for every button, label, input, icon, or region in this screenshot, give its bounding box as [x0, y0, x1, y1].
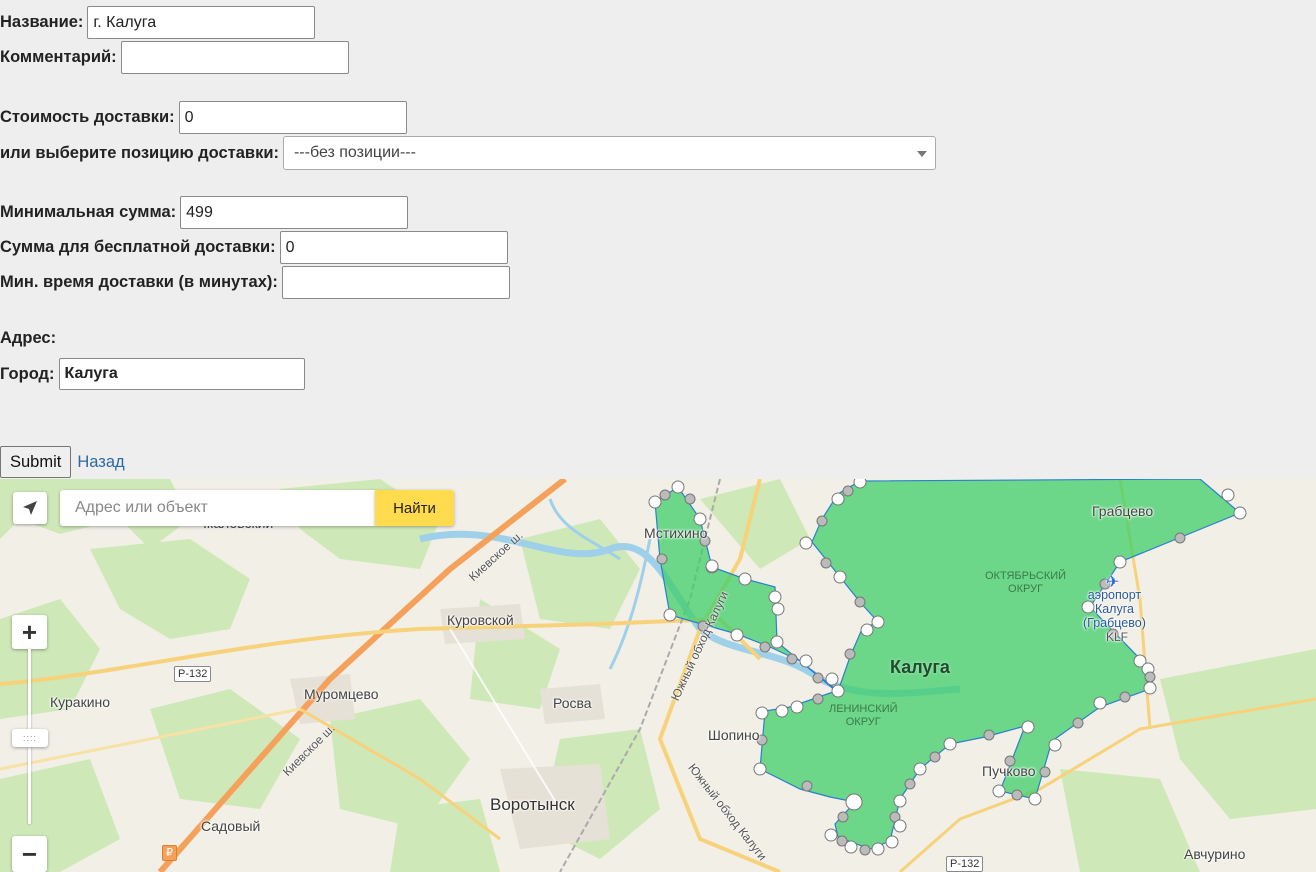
place-shopino: Шопино — [708, 727, 760, 743]
actions-row: Submit Назад — [0, 446, 125, 478]
place-avchurino: Авчурино — [1184, 846, 1246, 862]
location-arrow-icon — [23, 501, 37, 515]
district-leninsky: ЛЕНИНСКИЙ ОКРУГ — [829, 703, 898, 728]
free-delivery-row: Сумма для бесплатной доставки: — [0, 231, 508, 264]
min-time-label: Мин. время доставки (в минутах): — [0, 273, 278, 291]
comment-label: Комментарий: — [0, 48, 117, 66]
min-sum-input[interactable] — [180, 196, 409, 229]
city-input[interactable] — [58, 358, 305, 390]
place-grabtsevo: Грабцево — [1092, 503, 1154, 519]
back-link[interactable]: Назад — [77, 453, 124, 472]
delivery-position-select[interactable]: ---без позиции--- — [282, 136, 936, 170]
geolocation-button[interactable] — [13, 492, 47, 524]
delivery-position-row: или выберите позицию доставки: ---без по… — [0, 136, 936, 170]
place-rosva: Росва — [553, 695, 592, 711]
place-kaluga: Калуга — [890, 657, 950, 677]
city-row: Город: — [0, 358, 305, 390]
delivery-cost-row: Стоимость доставки: — [0, 101, 407, 134]
place-kurovskoy: Куровской — [447, 612, 514, 628]
min-sum-row: Минимальная сумма: — [0, 196, 409, 229]
district-oktyabrsky: ОКТЯБРЬСКИЙ ОКРУГ — [985, 570, 1067, 595]
chevron-down-icon — [916, 151, 927, 157]
delivery-position-selected: ---без позиции--- — [293, 144, 416, 161]
name-label: Название: — [0, 13, 84, 31]
zoom-out-button[interactable]: − — [12, 836, 47, 872]
place-sadovy: Садовый — [201, 818, 261, 834]
min-time-row: Мин. время доставки (в минутах): — [0, 266, 510, 299]
name-input[interactable] — [87, 6, 316, 39]
place-mstikhino: Мстихино — [644, 525, 708, 541]
free-delivery-label: Сумма для бесплатной доставки: — [0, 238, 276, 256]
delivery-position-label: или выберите позицию доставки: — [0, 143, 279, 162]
address-row: Адрес: — [0, 329, 60, 348]
fuel-station-icon: ₽ — [162, 845, 177, 861]
place-muromtsevo: Муромцево — [304, 686, 379, 702]
delivery-cost-input[interactable] — [178, 101, 407, 134]
min-time-input[interactable] — [281, 266, 510, 299]
city-label: Город: — [0, 364, 55, 383]
map-search-input[interactable] — [73, 498, 367, 518]
comment-row: Комментарий: — [0, 41, 349, 74]
place-puchkovo: Пучково — [982, 763, 1036, 779]
map-search-box[interactable] — [60, 490, 375, 526]
zoom-slider-handle[interactable]: :::: — [12, 729, 48, 747]
free-delivery-input[interactable] — [279, 231, 508, 264]
place-vorotynsk: Воротынск — [490, 795, 575, 814]
zoom-in-button[interactable]: + — [12, 615, 47, 649]
airport-code: KLF — [1106, 630, 1129, 644]
min-sum-label: Минимальная сумма: — [0, 203, 177, 221]
address-label: Адрес: — [0, 329, 57, 347]
place-kurakino: Куракино — [50, 694, 111, 710]
delivery-zone-map[interactable]: Мстихино Грабцево ОКТЯБРЬСКИЙ ОКРУГ ЛЕНИН… — [0, 479, 1316, 872]
comment-input[interactable] — [120, 41, 349, 74]
name-row: Название: — [0, 6, 316, 39]
road-shield-r132-a: Р-132 — [174, 666, 212, 682]
delivery-cost-label: Стоимость доставки: — [0, 108, 175, 126]
airport-label: аэропорт Калуга (Грабцево) — [1083, 588, 1146, 630]
submit-button[interactable]: Submit — [0, 446, 72, 478]
map-find-button[interactable]: Найти — [375, 490, 454, 526]
road-shield-r132-b: Р-132 — [946, 856, 984, 872]
